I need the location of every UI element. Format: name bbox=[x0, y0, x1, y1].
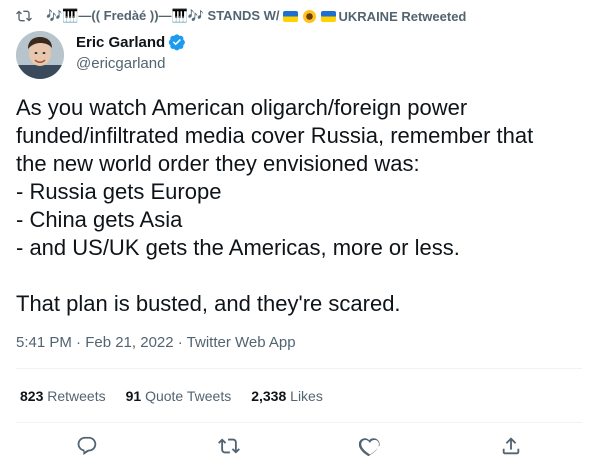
tweet-text-line: - and US/UK gets the Americas, more or l… bbox=[16, 235, 460, 260]
tweet-text-line: - Russia gets Europe bbox=[16, 179, 222, 204]
tweet-text-line bbox=[16, 262, 586, 290]
verified-badge-icon bbox=[169, 34, 186, 51]
reply-button[interactable] bbox=[76, 435, 98, 457]
author-name-row: Eric Garland bbox=[76, 33, 186, 51]
retweets-label: Retweets bbox=[47, 388, 106, 404]
likes-stat[interactable]: 2,338 Likes bbox=[251, 388, 323, 404]
avatar-image bbox=[16, 31, 64, 79]
author-handle: @ericgarland bbox=[76, 55, 166, 72]
tweet-timestamp[interactable]: 5:41 PM · Feb 21, 2022 · Twitter Web App bbox=[16, 334, 296, 351]
avatar[interactable] bbox=[16, 31, 64, 79]
retweets-stat[interactable]: 823 Retweets bbox=[20, 388, 106, 404]
reply-icon bbox=[77, 436, 97, 456]
likes-count: 2,338 bbox=[251, 388, 287, 404]
retweet-icon bbox=[16, 10, 32, 22]
author-name: Eric Garland bbox=[76, 33, 166, 51]
retweeted-label: UKRAINE Retweeted bbox=[338, 8, 467, 24]
retweet-context[interactable]: 🎶🎹—(( Fredàé ))—🎹🎶 STANDS W/ UKRAINE Ret… bbox=[16, 6, 466, 26]
sunflower-icon bbox=[302, 9, 316, 23]
engagement-stats: 823 Retweets 91 Quote Tweets 2,338 Likes bbox=[20, 388, 343, 404]
tweet-text: As you watch American oligarch/foreign p… bbox=[16, 94, 586, 318]
heart-icon bbox=[358, 438, 380, 457]
ukraine-flag-icon bbox=[282, 10, 298, 22]
divider bbox=[16, 422, 582, 423]
quote-tweets-label: Quote Tweets bbox=[145, 388, 232, 404]
share-icon bbox=[502, 437, 520, 455]
divider bbox=[16, 368, 582, 369]
tweet-text-line: - China gets Asia bbox=[16, 207, 183, 232]
ukraine-flag-icon bbox=[320, 10, 336, 22]
quote-tweets-count: 91 bbox=[125, 388, 142, 404]
like-button[interactable] bbox=[358, 435, 381, 457]
tweet-text-line: As you watch American oligarch/foreign p… bbox=[16, 95, 468, 120]
retweet-icon bbox=[218, 438, 240, 454]
retweet-button[interactable] bbox=[218, 435, 240, 457]
likes-label: Likes bbox=[290, 388, 323, 404]
retweeter-name: 🎶🎹—(( Fredàé ))—🎹🎶 STANDS W/ bbox=[46, 8, 280, 23]
share-button[interactable] bbox=[500, 435, 522, 457]
author-block[interactable]: Eric Garland @ericgarland bbox=[76, 33, 186, 72]
tweet-text-line: That plan is busted, and they're scared. bbox=[16, 291, 401, 316]
action-bar bbox=[0, 432, 598, 460]
quote-tweets-stat[interactable]: 91 Quote Tweets bbox=[126, 388, 232, 404]
tweet-text-line: funded/infiltrated media cover Russia, r… bbox=[16, 123, 534, 148]
retweets-count: 823 bbox=[20, 388, 44, 404]
tweet-text-line: the new world order they envisioned was: bbox=[16, 151, 420, 176]
